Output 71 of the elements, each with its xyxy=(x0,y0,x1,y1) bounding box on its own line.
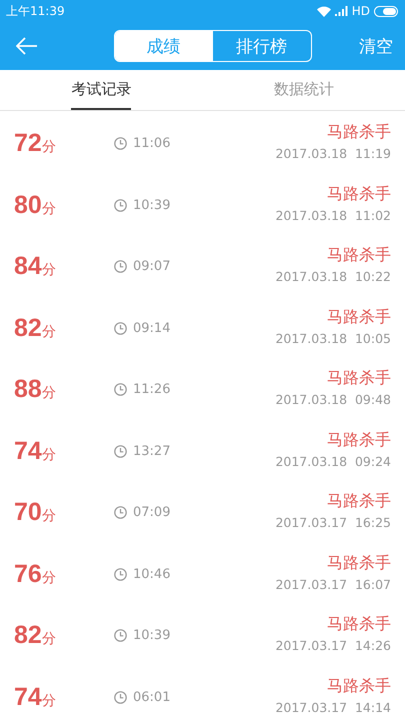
score-unit: 分 xyxy=(42,630,56,648)
battery-icon xyxy=(374,6,399,16)
score-value: 74 xyxy=(14,436,42,466)
duration: 10:39 xyxy=(133,628,170,644)
score-unit: 分 xyxy=(42,446,56,464)
exam-date: 2017.03.18 09:48 xyxy=(275,392,391,408)
status-time: 上午11:39 xyxy=(6,2,65,20)
user-name: 马路杀手 xyxy=(327,368,391,390)
user-name: 马路杀手 xyxy=(327,491,391,512)
score-unit: 分 xyxy=(42,200,56,218)
tab[interactable]: 数据统计 xyxy=(274,70,334,110)
exam-date: 2017.03.17 14:14 xyxy=(275,700,391,715)
score-unit: 分 xyxy=(42,568,56,587)
score-unit: 分 xyxy=(42,138,56,156)
score-unit: 分 xyxy=(42,384,56,402)
duration: 09:07 xyxy=(133,259,170,274)
user-name: 马路杀手 xyxy=(327,614,391,636)
duration: 11:06 xyxy=(133,136,170,152)
segment-tab[interactable]: 排行榜 xyxy=(212,31,310,61)
score-unit: 分 xyxy=(42,692,56,710)
exam-date: 2017.03.17 16:07 xyxy=(275,576,391,592)
duration: 10:39 xyxy=(133,198,170,213)
network-label: HD xyxy=(352,4,370,18)
clock-icon xyxy=(114,629,127,642)
duration: 06:01 xyxy=(133,690,170,705)
score-value: 84 xyxy=(14,252,42,282)
exam-date: 2017.03.17 16:25 xyxy=(275,515,391,530)
duration: 11:26 xyxy=(133,382,170,398)
clock-icon xyxy=(114,383,127,396)
exam-date: 2017.03.18 09:24 xyxy=(275,454,391,469)
user-name: 马路杀手 xyxy=(327,676,391,697)
score-value: 82 xyxy=(14,314,42,343)
exam-date: 2017.03.17 14:26 xyxy=(275,638,391,654)
score-value: 72 xyxy=(14,129,42,158)
clock-icon xyxy=(114,198,127,212)
score-unit: 分 xyxy=(42,507,56,526)
user-name: 马路杀手 xyxy=(327,122,391,144)
clear-button[interactable]: 清空 xyxy=(359,34,393,58)
user-name: 马路杀手 xyxy=(327,184,391,205)
clock-icon xyxy=(114,690,127,704)
signal-icon xyxy=(334,6,348,16)
clock-icon xyxy=(114,506,127,520)
user-name: 马路杀手 xyxy=(327,245,391,266)
duration: 09:14 xyxy=(133,320,170,336)
tab[interactable]: 考试记录 xyxy=(71,70,132,110)
score-unit: 分 xyxy=(42,322,56,341)
score-unit: 分 xyxy=(42,262,56,280)
clock-icon xyxy=(114,322,127,335)
clock-icon xyxy=(114,444,127,458)
score-value: 82 xyxy=(14,621,42,650)
clock-icon xyxy=(114,568,127,581)
clock-icon xyxy=(114,260,127,274)
duration: 13:27 xyxy=(133,444,170,459)
wifi-icon xyxy=(316,6,331,16)
back-arrow-icon[interactable] xyxy=(16,37,38,55)
user-name: 马路杀手 xyxy=(327,306,391,328)
exam-date: 2017.03.18 11:02 xyxy=(275,208,391,223)
score-value: 74 xyxy=(14,682,42,712)
clock-icon xyxy=(114,137,127,150)
score-value: 70 xyxy=(14,498,42,528)
segment-tab[interactable]: 成绩 xyxy=(114,31,212,61)
score-value: 80 xyxy=(14,190,42,220)
duration: 07:09 xyxy=(133,505,170,520)
duration: 10:46 xyxy=(133,566,170,582)
score-value: 88 xyxy=(14,375,42,404)
exam-date: 2017.03.18 10:05 xyxy=(275,330,391,346)
user-name: 马路杀手 xyxy=(327,552,391,574)
exam-date: 2017.03.18 10:22 xyxy=(275,269,391,284)
user-name: 马路杀手 xyxy=(327,430,391,451)
exam-date: 2017.03.18 11:19 xyxy=(275,146,391,162)
score-value: 76 xyxy=(14,560,42,589)
